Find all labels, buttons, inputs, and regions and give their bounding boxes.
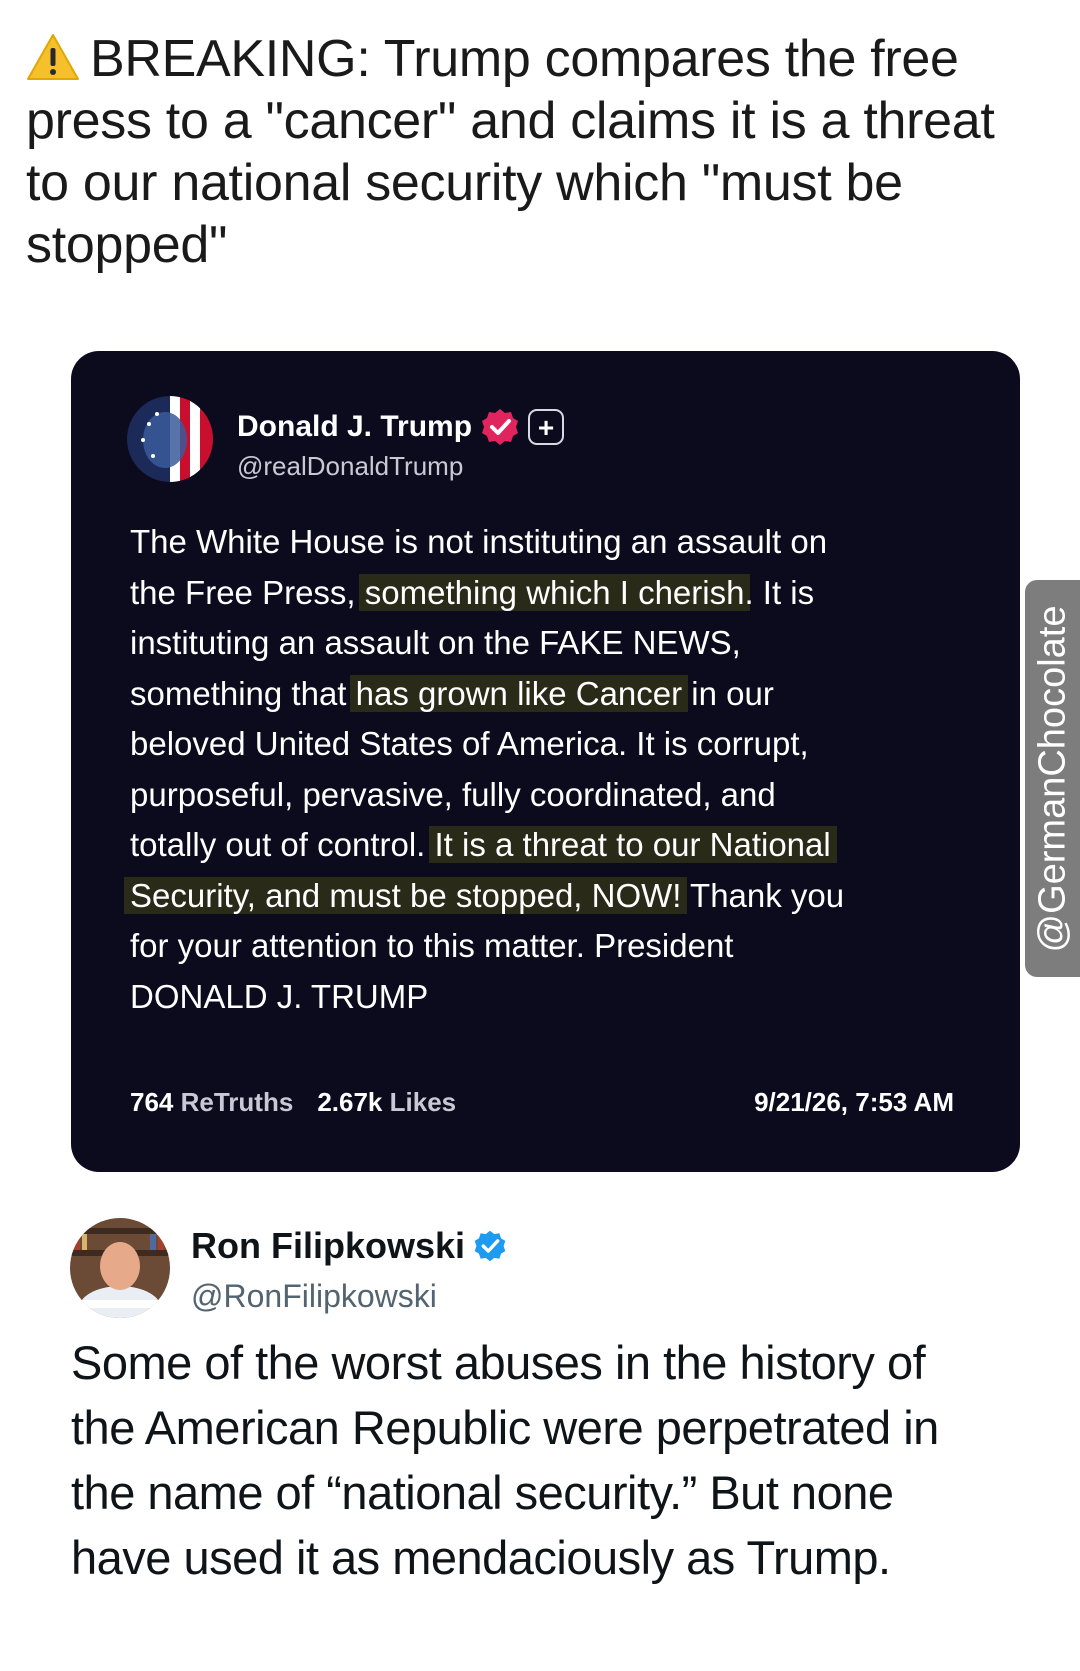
- post-body-line: The White House is not instituting an as…: [130, 517, 970, 568]
- body-text: The White House is not instituting an as…: [130, 523, 828, 560]
- post-body: The White House is not instituting an as…: [124, 517, 970, 1023]
- plus-badge-icon: +: [528, 409, 565, 445]
- highlighted-text: something which I cherish: [358, 573, 751, 611]
- post-body-line: totally out of control. It is a threat t…: [130, 820, 970, 871]
- likes-stat[interactable]: 2.67k Likes: [317, 1087, 456, 1117]
- author-handle[interactable]: @realDonaldTrump: [237, 451, 463, 482]
- avatar-image: [127, 396, 213, 482]
- post-body-line: something that has grown like Cancer in …: [130, 669, 970, 720]
- body-text: DONALD J. TRUMP: [130, 977, 429, 1015]
- reply-line: the American Republic were perpetrated i…: [71, 1401, 939, 1454]
- headline-text: BREAKING: Trump compares the free press …: [26, 30, 995, 274]
- retruths-stat[interactable]: 764 ReTruths: [130, 1087, 293, 1117]
- highlighted-text: has grown like Cancer: [349, 674, 689, 712]
- highlighted-text: It is a threat to our National: [428, 826, 837, 863]
- reply-body: Some of the worst abuses in the history …: [71, 1330, 1031, 1590]
- post-body-line: beloved United States of America. It is …: [130, 719, 970, 770]
- body-text: something that: [130, 674, 356, 712]
- ron-avatar[interactable]: [70, 1218, 170, 1318]
- author-name-text: Donald J. Trump: [237, 410, 473, 443]
- body-text: . It is: [744, 573, 815, 611]
- reply-line: have used it as mendaciously as Trump.: [71, 1531, 891, 1584]
- headline: BREAKING: Trump compares the free press …: [26, 28, 1036, 276]
- body-text: totally out of control.: [130, 826, 435, 863]
- body-text: instituting an assault on the FAKE NEWS,: [130, 624, 741, 661]
- reply-author-name[interactable]: Ron Filipkowski: [191, 1225, 507, 1267]
- post-body-line: instituting an assault on the FAKE NEWS,: [130, 618, 970, 669]
- body-text: purposeful, pervasive, fully coordinated…: [130, 775, 776, 813]
- post-body-line: DONALD J. TRUMP: [130, 972, 970, 1023]
- avatar-image: [70, 1218, 170, 1318]
- body-text: Thank you: [681, 876, 845, 914]
- warning-icon: [27, 34, 79, 80]
- author-name[interactable]: Donald J. Trump +: [237, 407, 565, 447]
- body-text: beloved United States of America. It is …: [130, 725, 809, 762]
- reply-line: the name of “national security.” But non…: [71, 1466, 894, 1519]
- body-text: the Free Press,: [130, 573, 365, 611]
- truth-social-post: Donald J. Trump + @realDonaldTrump The W…: [71, 351, 1020, 1172]
- reply-author-handle[interactable]: @RonFilipkowski: [191, 1278, 437, 1315]
- post-body-line: purposeful, pervasive, fully coordinated…: [130, 770, 970, 821]
- post-body-line: for your attention to this matter. Presi…: [130, 921, 970, 972]
- post-body-line: the Free Press, something which I cheris…: [130, 568, 970, 619]
- watermark-text: @GermanChocolate: [1031, 605, 1073, 952]
- post-stats: 764 ReTruths 2.67k Likes: [130, 1087, 456, 1118]
- verified-badge-icon: [474, 1230, 506, 1262]
- reply-author-name-text: Ron Filipkowski: [191, 1225, 466, 1266]
- body-text: in our: [682, 674, 774, 712]
- verified-badge-icon: [482, 409, 519, 445]
- reply-line: Some of the worst abuses in the history …: [71, 1336, 926, 1389]
- post-timestamp: 9/21/26, 7:53 AM: [754, 1087, 954, 1117]
- watermark: @GermanChocolate: [1025, 580, 1080, 977]
- post-body-line: Security, and must be stopped, NOW! Than…: [124, 871, 970, 922]
- body-text: for your attention to this matter. Presi…: [130, 927, 734, 964]
- trump-avatar[interactable]: [127, 396, 213, 482]
- highlighted-text: Security, and must be stopped, NOW!: [124, 876, 688, 914]
